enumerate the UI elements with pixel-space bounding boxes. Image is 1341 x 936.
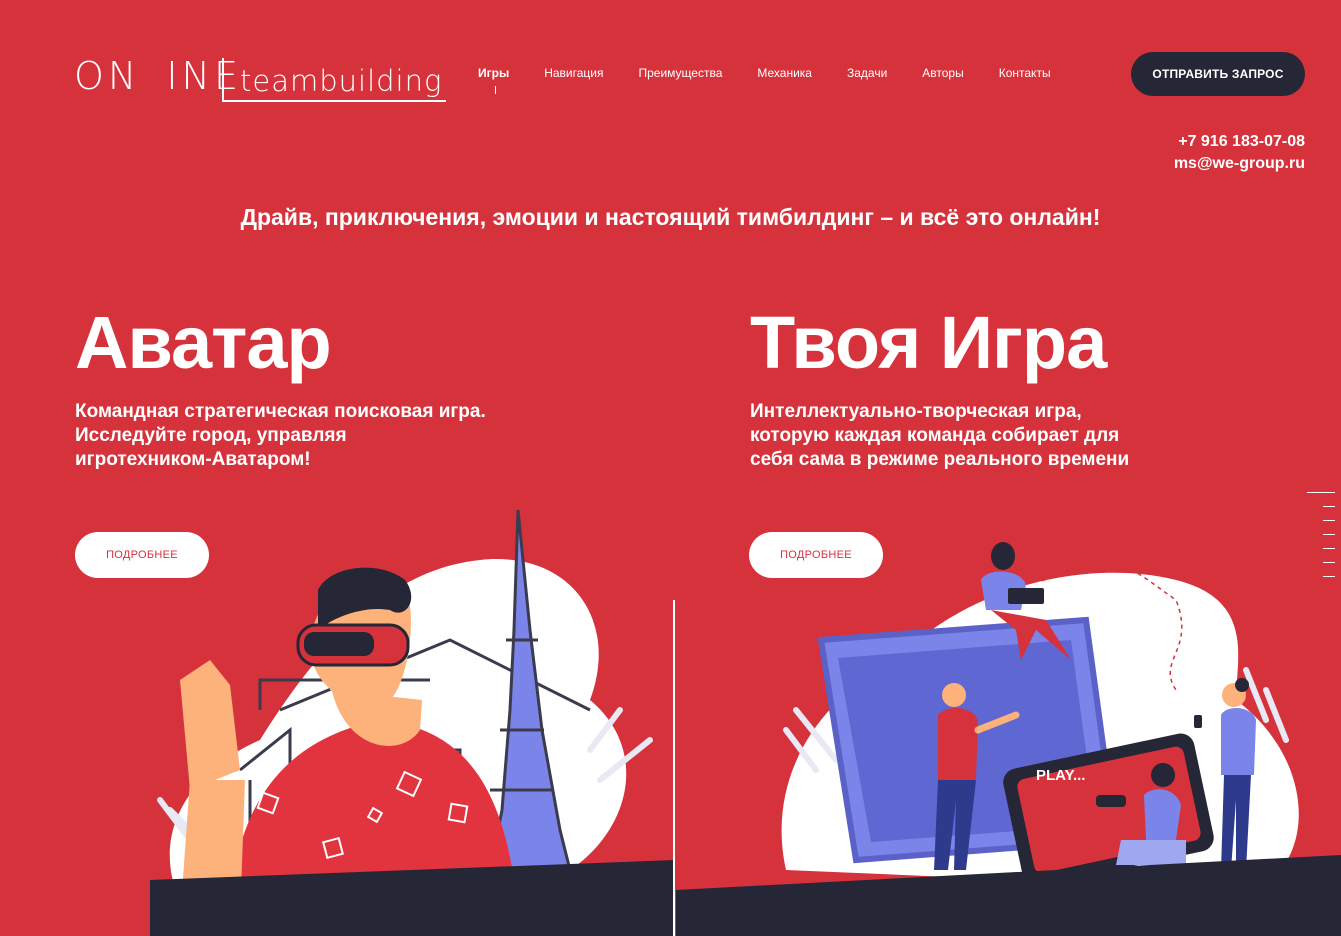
- nav-item-authors[interactable]: Авторы: [922, 66, 963, 80]
- email-link[interactable]: ms@we-group.ru: [1174, 153, 1305, 175]
- your-game-illustration: PLAY...: [676, 542, 1341, 936]
- logo-bar: [222, 58, 224, 102]
- nav-item-tasks[interactable]: Задачи: [847, 66, 887, 80]
- game-desc-your-game: Интеллектуально-творческая игра, которую…: [750, 401, 1130, 470]
- play-text: PLAY...: [1036, 767, 1085, 784]
- nav-item-navigation[interactable]: Навигация: [544, 66, 603, 80]
- your-game-more-button[interactable]: ПОДРОБНЕЕ: [749, 532, 883, 578]
- game-title-your-game: Твоя Игра: [750, 301, 1107, 384]
- nav-item-contacts[interactable]: Контакты: [999, 66, 1051, 80]
- logo-text-teambuilding: teambuilding: [240, 64, 443, 98]
- nav-item-mechanics[interactable]: Механика: [757, 66, 812, 80]
- logo-underline: [222, 100, 446, 102]
- nav-item-games[interactable]: Игры: [478, 66, 509, 94]
- avatar-illustration: [150, 510, 674, 936]
- scroll-indicator-line-active[interactable]: [1307, 492, 1335, 493]
- main-nav: Игры Навигация Преимущества Механика Зад…: [478, 66, 1086, 94]
- send-request-button[interactable]: ОТПРАВИТЬ ЗАПРОС: [1131, 52, 1305, 96]
- contacts-block: +7 916 183-07-08 ms@we-group.ru: [1174, 131, 1305, 175]
- scroll-indicator-line[interactable]: [1323, 520, 1335, 521]
- scroll-indicator-line[interactable]: [1323, 534, 1335, 535]
- nav-item-advantages[interactable]: Преимущества: [638, 66, 722, 80]
- game-avatar: Аватар Командная стратегическая поискова…: [75, 298, 486, 472]
- section-scroll-indicator[interactable]: [1307, 492, 1335, 582]
- avatar-more-button[interactable]: ПОДРОБНЕЕ: [75, 532, 209, 578]
- scroll-indicator-line[interactable]: [1323, 506, 1335, 507]
- phone-link[interactable]: +7 916 183-07-08: [1174, 131, 1305, 153]
- game-your-game: Твоя Игра Интеллектуально-творческая игр…: [750, 298, 1129, 472]
- scroll-indicator-line[interactable]: [1323, 576, 1335, 577]
- site-logo[interactable]: ON INE teambuilding: [74, 56, 448, 102]
- game-title-avatar: Аватар: [75, 301, 332, 384]
- scroll-indicator-line[interactable]: [1323, 548, 1335, 549]
- logo-text-on: ON INE: [74, 54, 242, 98]
- scroll-indicator-line[interactable]: [1323, 562, 1335, 563]
- game-desc-avatar: Командная стратегическая поисковая игра.…: [75, 401, 486, 470]
- section-divider: [673, 600, 675, 936]
- page-tagline: Драйв, приключения, эмоции и настоящий т…: [240, 204, 1101, 230]
